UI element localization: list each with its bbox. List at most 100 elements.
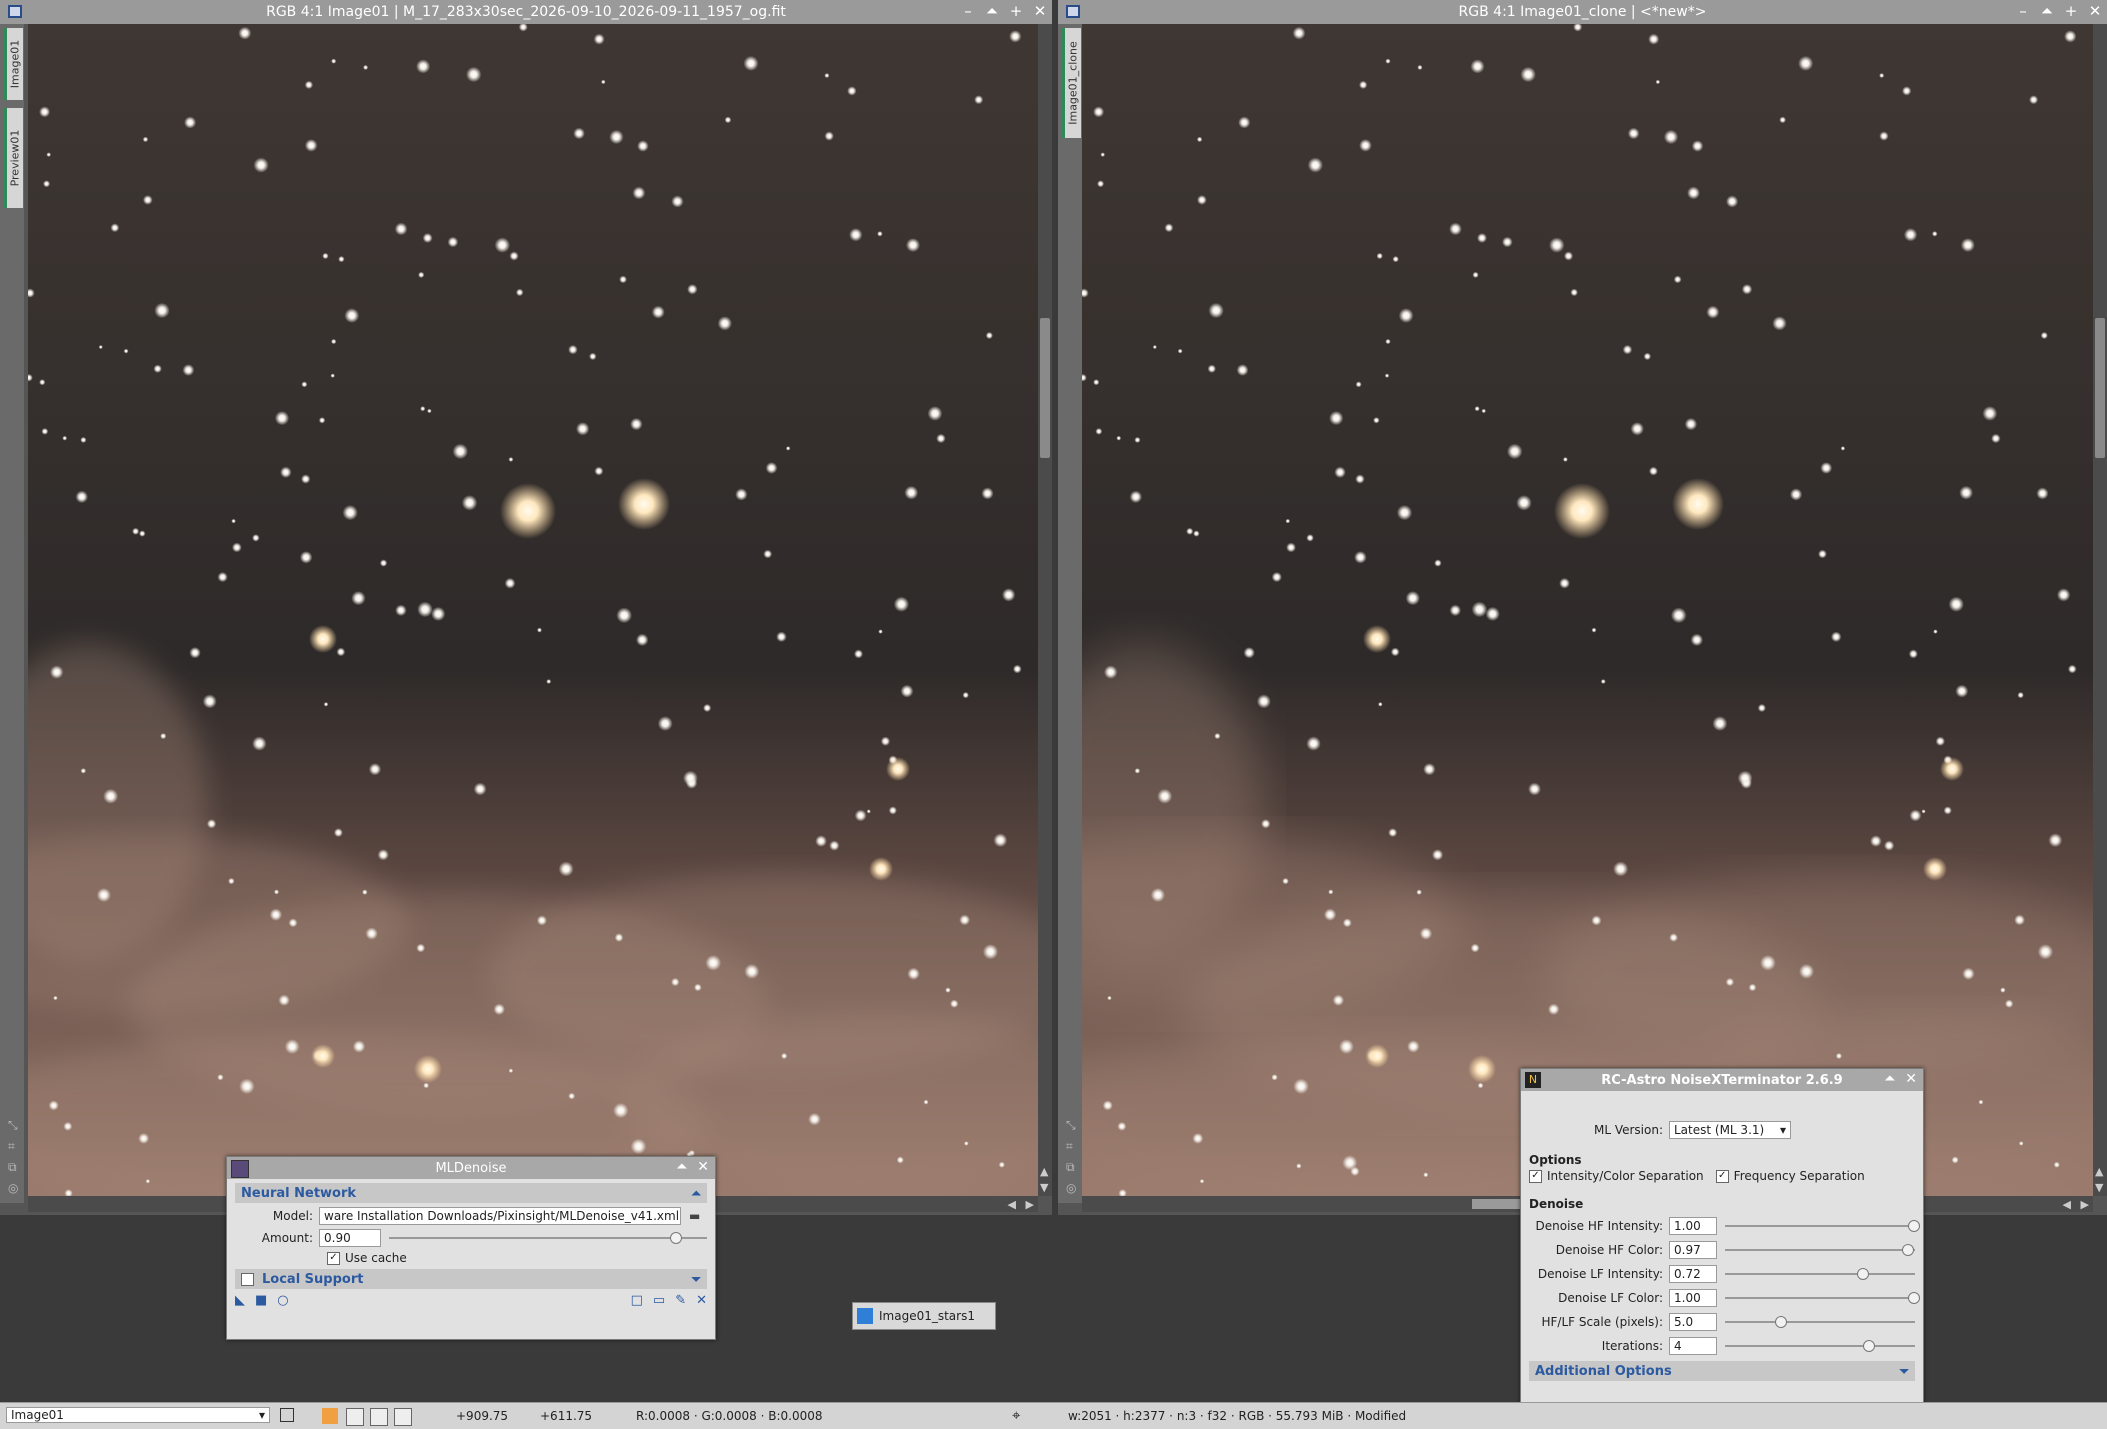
maximize-icon[interactable]: + bbox=[1008, 2, 1024, 20]
param-slider[interactable] bbox=[1725, 1217, 1921, 1235]
scroll-thumb[interactable] bbox=[2095, 318, 2105, 458]
param-label: HF/LF Scale (pixels): bbox=[1541, 1315, 1663, 1329]
scroll-down-icon[interactable]: ▼ bbox=[2095, 1181, 2103, 1194]
settings-icon[interactable]: ◎ bbox=[8, 1181, 18, 1195]
close-icon[interactable]: ✕ bbox=[697, 1159, 709, 1175]
ml-version-select[interactable]: Latest (ML 3.1) ▾ bbox=[1669, 1121, 1791, 1139]
left-window-titlebar[interactable]: RGB 4:1 Image01 | M_17_283x30sec_2026-09… bbox=[0, 0, 1052, 24]
denoise-heading: Denoise bbox=[1529, 1197, 1584, 1211]
view-selector[interactable]: Image01 ▾ bbox=[6, 1407, 270, 1423]
amount-field[interactable]: 0.90 bbox=[319, 1229, 381, 1247]
minimize-icon[interactable]: – bbox=[2015, 2, 2031, 20]
window-icon[interactable] bbox=[1066, 5, 1080, 18]
scroll-up-icon[interactable]: ▲ bbox=[2095, 1165, 2103, 1178]
view-list-icon[interactable] bbox=[280, 1408, 294, 1422]
star-field-image bbox=[28, 24, 1038, 1196]
frequency-separation-checkbox[interactable]: ✓ bbox=[1715, 1169, 1729, 1183]
slider-knob[interactable] bbox=[1908, 1220, 1921, 1232]
slider-knob[interactable] bbox=[1862, 1340, 1875, 1352]
left-image-canvas[interactable] bbox=[28, 24, 1038, 1196]
settings-icon[interactable]: ◎ bbox=[1066, 1181, 1076, 1195]
save-icon[interactable]: ▭ bbox=[653, 1293, 665, 1308]
status-bar: Image01 ▾ +909.75 +611.75 R:0.0008 · G:0… bbox=[0, 1402, 2107, 1429]
slider-knob[interactable] bbox=[1856, 1268, 1869, 1280]
channel-mask-icon[interactable] bbox=[394, 1408, 412, 1426]
expand-icon[interactable]: ⏷ bbox=[1899, 1364, 1909, 1379]
shade-icon[interactable]: ⏶ bbox=[1884, 1071, 1895, 1087]
tab-image01[interactable]: Image01 bbox=[4, 28, 23, 100]
denoise-parameters: Denoise HF Intensity: 1.00 Denoise HF Colo… bbox=[1521, 1217, 1923, 1355]
close-icon[interactable]: ✕ bbox=[1905, 1071, 1917, 1087]
param-value-field[interactable]: 0.97 bbox=[1669, 1241, 1717, 1259]
browse-doc-icon[interactable]: □ bbox=[631, 1293, 643, 1308]
right-vertical-scrollbar[interactable]: ▲ ▼ bbox=[2093, 24, 2107, 1196]
close-icon[interactable]: ✕ bbox=[2087, 2, 2103, 20]
model-path-field[interactable]: ware Installation Downloads/Pixinsight/M… bbox=[319, 1207, 681, 1225]
right-window-titlebar[interactable]: RGB 4:1 Image01_clone | <*new*> – ⏶ + ✕ bbox=[1058, 0, 2107, 24]
apply-icon[interactable]: ■ bbox=[255, 1293, 267, 1308]
channel-rgb-icon[interactable] bbox=[346, 1408, 364, 1426]
slider-knob[interactable] bbox=[1908, 1292, 1921, 1304]
crosshair-icon[interactable]: ⌖ bbox=[1012, 1406, 1020, 1424]
fit-icon[interactable]: ⌗ bbox=[8, 1139, 18, 1154]
clone-icon[interactable]: ⧉ bbox=[1066, 1160, 1076, 1175]
right-image-canvas[interactable] bbox=[1082, 24, 2093, 1196]
folder-icon[interactable]: ▬ bbox=[689, 1209, 700, 1223]
left-vertical-scrollbar[interactable]: ▲ ▼ bbox=[1038, 24, 1052, 1196]
slider-knob[interactable] bbox=[1902, 1244, 1915, 1256]
scroll-up-icon[interactable]: ▲ bbox=[1040, 1165, 1048, 1178]
slider-knob[interactable] bbox=[670, 1232, 683, 1244]
amount-slider[interactable] bbox=[389, 1229, 707, 1247]
scroll-thumb[interactable] bbox=[1040, 318, 1050, 458]
zoom-icon[interactable]: ⤡ bbox=[8, 1118, 18, 1133]
param-value-field[interactable]: 4 bbox=[1669, 1337, 1717, 1355]
right-image-window: RGB 4:1 Image01_clone | <*new*> – ⏶ + ✕ … bbox=[1058, 0, 2107, 1215]
scroll-right-icon[interactable]: ▶ bbox=[1026, 1198, 1034, 1211]
fit-icon[interactable]: ⌗ bbox=[1066, 1139, 1076, 1154]
tab-image01-clone[interactable]: Image01_clone bbox=[1062, 28, 1081, 138]
zoom-icon[interactable]: ⤡ bbox=[1066, 1118, 1076, 1133]
close-icon[interactable]: ✕ bbox=[1032, 2, 1048, 20]
param-slider[interactable] bbox=[1725, 1265, 1915, 1283]
denoise-param-row: Denoise LF Intensity: 0.72 bbox=[1529, 1265, 1915, 1283]
new-instance-icon[interactable]: ◣ bbox=[235, 1293, 245, 1308]
section-local-support[interactable]: Local Support ⏷ bbox=[235, 1269, 707, 1289]
clone-icon[interactable]: ⧉ bbox=[8, 1160, 18, 1175]
use-cache-checkbox[interactable]: ✓ bbox=[327, 1251, 340, 1265]
param-slider[interactable] bbox=[1725, 1313, 1915, 1331]
param-slider[interactable] bbox=[1725, 1289, 1921, 1307]
window-icon[interactable] bbox=[8, 5, 22, 18]
collapse-icon[interactable]: ⏶ bbox=[691, 1186, 701, 1201]
maximize-icon[interactable]: + bbox=[2063, 2, 2079, 20]
image-icon-stars[interactable]: Image01_stars1 bbox=[852, 1302, 996, 1330]
script-icon bbox=[231, 1160, 249, 1178]
tab-preview01[interactable]: Preview01 bbox=[4, 108, 23, 208]
param-slider[interactable] bbox=[1725, 1337, 1915, 1355]
edit-instance-icon[interactable]: ✎ bbox=[675, 1293, 686, 1308]
scroll-down-icon[interactable]: ▼ bbox=[1040, 1181, 1048, 1194]
slider-knob[interactable] bbox=[1775, 1316, 1788, 1328]
channel-lum-icon[interactable] bbox=[370, 1408, 388, 1426]
nxt-titlebar[interactable]: N RC-Astro NoiseXTerminator 2.6.9 ⏶ ✕ bbox=[1521, 1069, 1923, 1091]
local-support-checkbox[interactable] bbox=[241, 1272, 254, 1286]
param-slider[interactable] bbox=[1725, 1241, 1915, 1259]
param-value-field[interactable]: 1.00 bbox=[1669, 1217, 1717, 1235]
param-value-field[interactable]: 5.0 bbox=[1669, 1313, 1717, 1331]
intensity-color-checkbox[interactable]: ✓ bbox=[1529, 1169, 1542, 1183]
section-additional-options[interactable]: Additional Options ⏷ bbox=[1529, 1361, 1915, 1381]
mldenoise-titlebar[interactable]: MLDenoise ⏶ ✕ bbox=[227, 1157, 715, 1179]
param-value-field[interactable]: 0.72 bbox=[1669, 1265, 1717, 1283]
expand-icon[interactable]: ⏷ bbox=[691, 1272, 701, 1287]
minimize-icon[interactable]: – bbox=[960, 2, 976, 20]
stf-icon[interactable] bbox=[322, 1408, 338, 1424]
param-value-field[interactable]: 1.00 bbox=[1669, 1289, 1717, 1307]
scroll-right-icon[interactable]: ▶ bbox=[2081, 1198, 2089, 1211]
shade-icon[interactable]: ⏶ bbox=[2039, 2, 2055, 20]
apply-global-icon[interactable]: ○ bbox=[277, 1293, 288, 1308]
shade-icon[interactable]: ⏶ bbox=[984, 2, 1000, 20]
reset-icon[interactable]: ✕ bbox=[696, 1293, 707, 1308]
scroll-left-icon[interactable]: ◀ bbox=[2063, 1198, 2071, 1211]
scroll-left-icon[interactable]: ◀ bbox=[1008, 1198, 1016, 1211]
shade-icon[interactable]: ⏶ bbox=[676, 1159, 687, 1175]
section-neural-network[interactable]: Neural Network ⏶ bbox=[235, 1183, 707, 1203]
